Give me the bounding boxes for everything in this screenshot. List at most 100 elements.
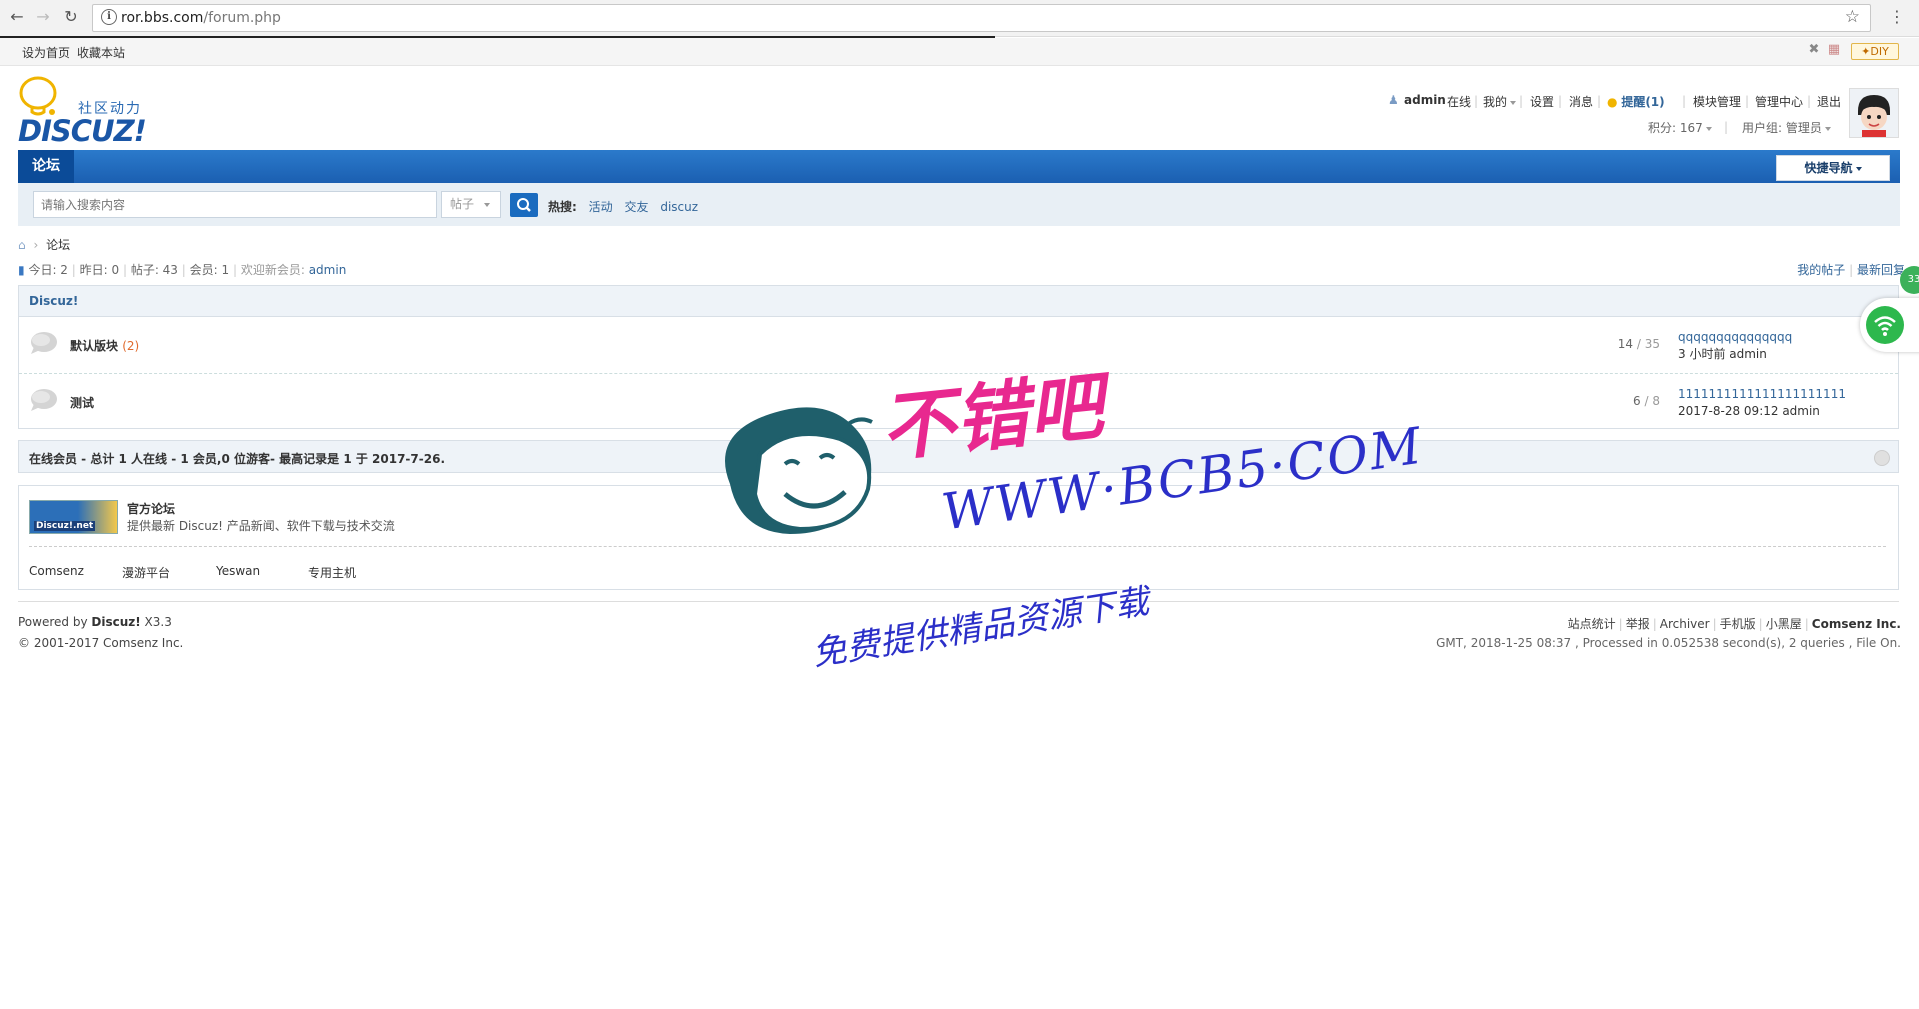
blacklist-link[interactable]: 小黑屋 bbox=[1766, 617, 1802, 631]
bookmark-star-icon[interactable]: ☆ bbox=[1845, 7, 1860, 27]
hot-keyword-friends[interactable]: 交友 bbox=[624, 200, 648, 214]
report-link[interactable]: 举报 bbox=[1626, 617, 1650, 631]
diy-label: DIY bbox=[1870, 45, 1889, 58]
diy-button[interactable]: ✦DIY bbox=[1851, 43, 1899, 60]
last-post-title-link[interactable]: 1111111111111111111111 bbox=[1678, 387, 1846, 401]
set-home-link[interactable]: 设为首页 bbox=[22, 44, 70, 61]
credits-menu[interactable]: 积分: 167 bbox=[1648, 119, 1712, 136]
online-members-text[interactable]: 在线会员 - 总计 1 人在线 - 1 会员,0 位游客- 最高记录是 1 于 … bbox=[29, 450, 445, 467]
friend-links: Discuz!.net 官方论坛 提供最新 Discuz! 产品新闻、软件下载与… bbox=[18, 485, 1899, 590]
hot-keyword-discuz[interactable]: discuz bbox=[660, 200, 698, 214]
style-switch-icon[interactable]: ▦ bbox=[1827, 43, 1841, 57]
address-url[interactable]: ror.bbs.com/forum.php bbox=[121, 10, 281, 26]
discuz-link[interactable]: Discuz! bbox=[91, 615, 140, 629]
tab-forum[interactable]: 论坛 bbox=[18, 150, 74, 183]
welcome-label: 欢迎新会员: bbox=[240, 263, 305, 277]
switch-width-icon[interactable]: ✖ bbox=[1807, 43, 1821, 57]
official-forum-link[interactable]: 官方论坛 bbox=[127, 500, 175, 517]
post-links: 我的帖子 | 最新回复 bbox=[1797, 263, 1905, 277]
category-header: Discuz! bbox=[19, 286, 1898, 317]
forum-bubble-icon[interactable] bbox=[29, 388, 57, 412]
stat-today: 今日: 2 bbox=[28, 263, 68, 277]
breadcrumb-separator: › bbox=[33, 238, 39, 252]
info-icon[interactable]: i bbox=[101, 9, 117, 25]
forum-name-link[interactable]: 默认版块 (2) bbox=[70, 337, 139, 354]
divider: | bbox=[1474, 94, 1479, 108]
bulb-icon: ● bbox=[1607, 95, 1618, 109]
chevron-down-icon bbox=[1705, 126, 1712, 131]
forum-row: 默认版块 (2) 14 / 35 qqqqqqqqqqqqqqq 3 小时前 a… bbox=[19, 317, 1898, 374]
usergroup-menu[interactable]: 用户组: 管理员 bbox=[1742, 119, 1831, 136]
divider: | bbox=[1558, 94, 1563, 108]
discuz-net-logo[interactable]: Discuz!.net bbox=[29, 500, 118, 534]
search-input[interactable] bbox=[33, 191, 437, 218]
divider: | bbox=[1724, 120, 1729, 134]
footer-divider bbox=[18, 601, 1899, 602]
site-stats-link[interactable]: 站点统计 bbox=[1568, 617, 1616, 631]
avatar[interactable] bbox=[1849, 88, 1899, 138]
chevron-down-icon bbox=[484, 202, 491, 207]
forum-today-count: (2) bbox=[122, 339, 140, 353]
side-wifi-widget[interactable] bbox=[1860, 298, 1919, 352]
my-menu[interactable]: 我的 bbox=[1483, 93, 1517, 110]
chevron-down-icon bbox=[1824, 126, 1831, 131]
search-icon bbox=[517, 198, 531, 212]
divider: | bbox=[1519, 94, 1524, 108]
address-bar[interactable]: i ror.bbs.com/forum.php ☆ bbox=[92, 4, 1871, 32]
reload-icon[interactable]: ↻ bbox=[60, 6, 82, 28]
site-logo[interactable]: 社区动力 DISCUZ! bbox=[18, 76, 158, 148]
forum-name-link[interactable]: 测试 bbox=[70, 394, 94, 411]
divider: | bbox=[1807, 94, 1812, 108]
copyright[interactable]: © 2001-2017 Comsenz Inc. bbox=[18, 636, 183, 650]
username-link[interactable]: admin bbox=[1404, 93, 1446, 107]
welcome-user-link[interactable]: admin bbox=[309, 263, 347, 277]
my-posts-link[interactable]: 我的帖子 bbox=[1797, 263, 1845, 277]
module-manage-link[interactable]: 模块管理 bbox=[1693, 93, 1741, 110]
divider: | bbox=[1682, 94, 1687, 108]
admin-center-link[interactable]: 管理中心 bbox=[1755, 93, 1803, 110]
messages-link[interactable]: 消息 bbox=[1569, 93, 1593, 110]
latest-reply-link[interactable]: 最新回复 bbox=[1857, 263, 1905, 277]
back-arrow-icon[interactable]: ← bbox=[6, 6, 28, 28]
mobile-link[interactable]: 手机版 bbox=[1720, 617, 1756, 631]
archiver-link[interactable]: Archiver bbox=[1660, 617, 1710, 631]
settings-link[interactable]: 设置 bbox=[1530, 93, 1554, 110]
collapse-toggle-icon[interactable] bbox=[1874, 450, 1890, 466]
logout-link[interactable]: 退出 bbox=[1817, 93, 1841, 110]
side-badge[interactable]: 33 bbox=[1900, 266, 1919, 294]
quick-nav-button[interactable]: 快捷导航 bbox=[1776, 155, 1890, 181]
user-icon: ♟ bbox=[1388, 93, 1399, 107]
browser-menu-icon[interactable]: ⋮ bbox=[1889, 6, 1905, 28]
search-bar: 帖子 热搜: 活动 交友 discuz bbox=[18, 183, 1900, 226]
stat-posts: 帖子: 43 bbox=[130, 263, 178, 277]
stat-members: 会员: 1 bbox=[189, 263, 230, 277]
search-button[interactable] bbox=[510, 193, 538, 217]
link-hosting[interactable]: 专用主机 bbox=[308, 564, 356, 581]
last-post-title-link[interactable]: qqqqqqqqqqqqqqq bbox=[1678, 330, 1792, 344]
category-title[interactable]: Discuz! bbox=[29, 294, 78, 308]
logo-wordmark: DISCUZ! bbox=[18, 114, 147, 148]
bookmark-site-link[interactable]: 收藏本站 bbox=[77, 44, 125, 61]
forum-thread-post-count: 14 / 35 bbox=[1617, 337, 1660, 351]
forum-row: 测试 6 / 8 1111111111111111111111 2017-8-2… bbox=[19, 374, 1898, 430]
forum-last-post: 1111111111111111111111 2017-8-28 09:12 a… bbox=[1678, 386, 1846, 420]
online-members-bar: 在线会员 - 总计 1 人在线 - 1 会员,0 位游客- 最高记录是 1 于 … bbox=[18, 440, 1899, 473]
forum-bubble-icon[interactable] bbox=[29, 331, 57, 355]
company-link[interactable]: Comsenz Inc. bbox=[1812, 617, 1901, 631]
link-comsenz[interactable]: Comsenz bbox=[29, 564, 84, 578]
link-yeswan[interactable]: Yeswan bbox=[216, 564, 260, 578]
hot-keyword-activity[interactable]: 活动 bbox=[589, 200, 613, 214]
browser-chrome: ← → ↻ i ror.bbs.com/forum.php ☆ ⋮ bbox=[0, 0, 1919, 37]
last-post-meta: 3 小时前 admin bbox=[1678, 347, 1767, 361]
home-icon[interactable]: ⌂ bbox=[18, 238, 26, 252]
chevron-down-icon bbox=[1510, 100, 1517, 105]
breadcrumb-current[interactable]: 论坛 bbox=[46, 238, 70, 252]
link-manyou[interactable]: 漫游平台 bbox=[122, 564, 170, 581]
forward-arrow-icon[interactable]: → bbox=[32, 6, 54, 28]
remind-link[interactable]: ● 提醒(1) bbox=[1607, 93, 1665, 110]
search-type-select[interactable]: 帖子 bbox=[441, 191, 501, 218]
stats-chart-icon: ▮ bbox=[18, 263, 25, 277]
hot-search-label: 热搜: bbox=[548, 200, 577, 214]
main-nav: 论坛 快捷导航 bbox=[18, 150, 1900, 183]
top-toolbar: 设为首页 收藏本站 ✖ ▦ ✦DIY bbox=[0, 38, 1919, 66]
